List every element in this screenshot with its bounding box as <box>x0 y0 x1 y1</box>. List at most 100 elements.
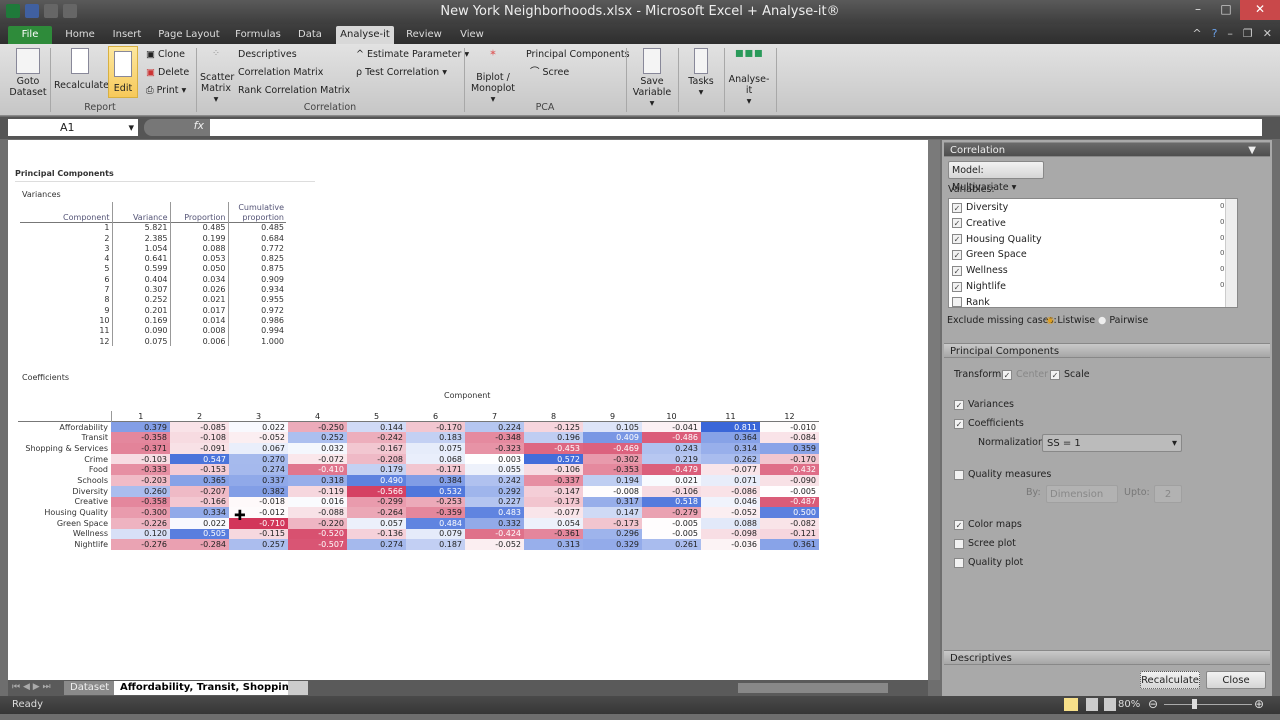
vertical-scrollbar[interactable] <box>928 140 940 680</box>
coefficient-row: Wellness 0.120 0.505 -0.115 -0.520 -0.136 0.07… <box>18 528 819 540</box>
recalculate-button[interactable]: Recalculate <box>54 48 109 91</box>
rank-correlation-matrix-button[interactable]: Rank Correlation Matrix <box>238 85 350 96</box>
variable-item[interactable]: ✓ Nightlife 0 <box>952 281 1224 292</box>
sheet-tab-affordability[interactable]: Affordability, Transit, Shoppin <box>114 681 295 695</box>
scree-plot-checkbox[interactable]: Scree plot <box>954 538 1016 549</box>
coefficient-cell: -0.299 <box>347 496 406 508</box>
scatter-matrix-button[interactable]: ⁘ Scatter Matrix ▾ <box>200 48 234 105</box>
variable-checkbox[interactable]: ✓ <box>952 234 962 245</box>
tab-analyse-it[interactable]: Analyse-it <box>336 26 394 44</box>
estimate-parameter-button[interactable]: ^ Estimate Parameter ▾ <box>356 49 469 60</box>
variable-checkbox[interactable]: ✓ <box>952 281 962 292</box>
normalization-dropdown[interactable]: SS = 1 ▾ <box>1042 434 1182 452</box>
new-sheet-icon[interactable] <box>288 681 308 695</box>
recalculate-panel-button[interactable]: Recalculate <box>1140 671 1200 689</box>
delete-button[interactable]: ▣ Delete <box>146 67 189 78</box>
variable-checkbox[interactable]: ✓ <box>952 202 962 213</box>
tab-page-layout[interactable]: Page Layout <box>156 26 222 44</box>
coefficient-cell: 0.179 <box>347 464 406 476</box>
tab-review[interactable]: Review <box>402 26 446 44</box>
insert-function-button[interactable]: fx <box>144 119 210 136</box>
zoom-level[interactable]: 80% <box>1118 699 1140 710</box>
variable-item[interactable]: ✓ Creative 0 <box>952 218 1224 229</box>
horizontal-scrollbar[interactable] <box>738 683 888 693</box>
tab-data[interactable]: Data <box>292 26 328 44</box>
quality-measures-checkbox[interactable]: Quality measures <box>954 469 1051 480</box>
quality-plot-checkbox[interactable]: Quality plot <box>954 557 1023 568</box>
zoom-in-icon[interactable]: ⊕ <box>1254 697 1264 711</box>
page-layout-view-icon[interactable] <box>1086 698 1098 711</box>
correlation-matrix-button[interactable]: Correlation Matrix <box>238 67 323 78</box>
biplot-monoplot-button[interactable]: ✶ Biplot / Monoplot ▾ <box>468 48 518 105</box>
tab-insert[interactable]: Insert <box>106 26 148 44</box>
variables-scrollbar[interactable] <box>1225 199 1237 307</box>
save-variable-button[interactable]: Save Variable ▾ <box>630 48 674 109</box>
variable-item[interactable]: ✓ Green Space 0 <box>952 249 1224 260</box>
variable-item[interactable]: ✓ Diversity 0 <box>952 202 1224 213</box>
model-dropdown[interactable]: Model: Multivariate ▾ <box>948 161 1044 193</box>
panel-menu-icon[interactable]: ▼ <box>1248 143 1256 158</box>
clone-button[interactable]: ▣ Clone <box>146 49 185 60</box>
coefficient-cell: -0.208 <box>347 453 406 465</box>
print-button[interactable]: ⎙ Print ▾ <box>146 85 186 96</box>
variable-checkbox[interactable]: ✓ <box>952 249 962 260</box>
coefficient-cell: 0.274 <box>229 464 288 476</box>
panel-header-principal-components[interactable]: Principal Components <box>944 343 1270 358</box>
normal-view-icon[interactable] <box>1064 698 1078 711</box>
tasks-button[interactable]: Tasks ▾ <box>682 48 720 98</box>
scale-icon: 0 <box>1220 265 1225 274</box>
tab-view[interactable]: View <box>454 26 490 44</box>
minimize-button[interactable]: – <box>1184 0 1212 20</box>
variable-checkbox[interactable]: ✓ <box>952 265 962 276</box>
close-panel-button[interactable]: Close <box>1206 671 1266 689</box>
edit-button[interactable]: Edit <box>108 46 138 98</box>
sheet-nav-arrows[interactable]: ⏮ ◀ ▶ ⏭ <box>12 682 51 692</box>
close-window-button[interactable]: ✕ <box>1240 0 1280 20</box>
goto-dataset-button[interactable]: Goto Dataset <box>8 48 48 98</box>
variance-cell: 0.825 <box>227 253 286 264</box>
scale-checkbox[interactable]: ✓ Scale <box>1050 369 1090 380</box>
sheet-tab-dataset[interactable]: Dataset <box>64 681 116 695</box>
tab-home[interactable]: Home <box>60 26 100 44</box>
tab-formulas[interactable]: Formulas <box>230 26 286 44</box>
by-label: By: <box>1026 487 1041 498</box>
maximize-button[interactable]: □ <box>1212 0 1240 20</box>
principal-components-button[interactable]: Principal Components <box>526 49 630 60</box>
coefficient-cell: -0.167 <box>347 443 406 454</box>
variable-checkbox[interactable]: ✓ <box>952 218 962 229</box>
worksheet[interactable]: Principal Components Variances Cumulativ… <box>8 140 928 680</box>
zoom-slider-thumb[interactable] <box>1192 699 1197 709</box>
scree-button[interactable]: ⌒ Scree <box>530 67 569 78</box>
listwise-radio[interactable]: ◉ Listwise <box>1046 315 1095 326</box>
zoom-slider[interactable] <box>1164 704 1252 705</box>
workbook-minimize-icon[interactable]: – <box>1227 27 1233 40</box>
variable-item[interactable]: ✓ Wellness 0 <box>952 265 1224 276</box>
variances-checkbox[interactable]: ✓ Variances <box>954 399 1014 410</box>
descriptives-button[interactable]: Descriptives <box>238 49 297 60</box>
formula-input[interactable] <box>210 119 1262 136</box>
workbook-close-icon[interactable]: ✕ <box>1263 27 1272 40</box>
coefficient-cell: -0.207 <box>170 485 229 497</box>
help-icon[interactable]: ? <box>1212 27 1218 40</box>
zoom-out-icon[interactable]: ⊖ <box>1148 697 1158 711</box>
coefficient-cell: -0.361 <box>524 528 583 540</box>
coefficient-cell: 0.022 <box>170 517 229 529</box>
variable-item[interactable]: Rank <box>952 297 990 308</box>
collapse-ribbon-icon[interactable]: ^ <box>1192 27 1201 40</box>
page-break-view-icon[interactable] <box>1104 698 1116 711</box>
tab-file[interactable]: File <box>8 26 52 44</box>
panel-header-descriptives[interactable]: Descriptives <box>944 650 1270 665</box>
coefficient-cell: -0.469 <box>583 443 642 454</box>
color-maps-checkbox[interactable]: ✓ Color maps <box>954 519 1022 530</box>
variance-cell: 0.599 <box>111 263 170 275</box>
variable-item[interactable]: ✓ Housing Quality 0 <box>952 234 1224 245</box>
name-box[interactable]: A1 ▾ <box>8 119 138 136</box>
variance-cell: 7 <box>104 285 110 295</box>
pairwise-radio[interactable]: ● Pairwise <box>1098 315 1148 326</box>
variable-checkbox[interactable] <box>952 297 962 308</box>
coefficient-row: Shopping & Services -0.371 -0.091 0.067 0.03… <box>18 443 819 454</box>
test-correlation-button[interactable]: ρ Test Correlation ▾ <box>356 67 447 78</box>
workbook-restore-icon[interactable]: ❐ <box>1243 27 1253 40</box>
coefficients-checkbox[interactable]: ✓ Coefficients <box>954 418 1024 429</box>
analyse-it-button[interactable]: ▪▪▪ Analyse-it ▾ <box>726 46 772 107</box>
